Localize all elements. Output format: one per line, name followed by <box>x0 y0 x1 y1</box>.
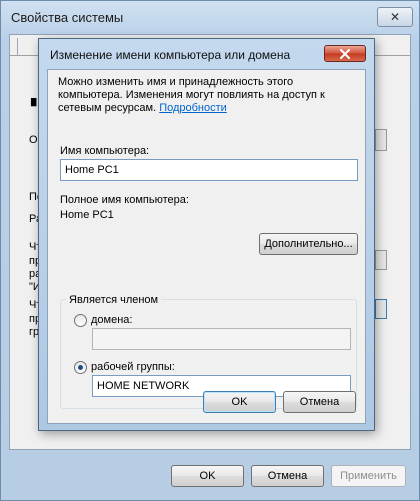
bg-textbox-edge <box>375 129 387 151</box>
computer-name-input[interactable] <box>60 159 358 181</box>
dialog-ok-button[interactable]: OK <box>203 391 276 413</box>
radio-selected-dot <box>78 365 83 370</box>
close-icon: ✕ <box>389 10 401 24</box>
domain-label: домена: <box>91 314 133 326</box>
dialog-cancel-button[interactable]: Отмена <box>283 391 356 413</box>
computer-name-label: Имя компьютера: <box>60 145 150 157</box>
details-link[interactable]: Подробности <box>159 102 227 114</box>
domain-radio[interactable] <box>74 314 87 327</box>
dialog-close-button[interactable] <box>324 45 366 62</box>
cancel-button[interactable]: Отмена <box>251 465 324 487</box>
window-close-button[interactable]: ✕ <box>377 7 413 27</box>
computer-name-dialog: Изменение имени компьютера или домена Мо… <box>38 38 375 431</box>
description: Можно изменить имя и принадлежность этог… <box>58 76 358 115</box>
bg-button-edge[interactable] <box>375 299 387 319</box>
more-button[interactable]: Дополнительно... <box>259 233 358 255</box>
close-icon <box>340 48 350 59</box>
bg-button-edge[interactable] <box>375 250 387 270</box>
full-name-label: Полное имя компьютера: <box>60 194 189 206</box>
domain-input[interactable] <box>92 328 351 350</box>
ok-button[interactable]: OK <box>171 465 244 487</box>
apply-button[interactable]: Применить <box>331 465 406 487</box>
dialog-body: Можно изменить имя и принадлежность этог… <box>47 69 366 424</box>
full-name-value: Home PC1 <box>60 209 114 221</box>
workgroup-label: рабочей группы: <box>91 361 175 373</box>
member-of-label: Является членом <box>66 294 162 306</box>
dialog-title: Изменение имени компьютера или домена <box>50 48 291 62</box>
workgroup-radio[interactable] <box>74 361 87 374</box>
window-title: Свойства системы <box>11 10 124 25</box>
